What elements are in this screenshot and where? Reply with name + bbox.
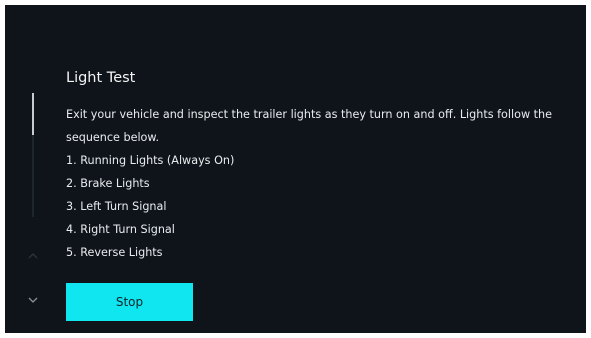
chevron-down-icon[interactable]	[27, 295, 39, 305]
list-item: 3. Left Turn Signal	[66, 200, 167, 213]
list-item: 4. Right Turn Signal	[66, 223, 175, 236]
stop-button-label: Stop	[115, 295, 144, 309]
scrollbar-thumb[interactable]	[32, 93, 34, 135]
dialog-content: Light Test Exit your vehicle and inspect…	[66, 68, 576, 264]
chevron-up-icon[interactable]	[27, 251, 39, 261]
list-item: 2. Brake Lights	[66, 177, 150, 190]
list-item: 1. Running Lights (Always On)	[66, 154, 235, 167]
light-test-screen: Light Test Exit your vehicle and inspect…	[5, 5, 586, 333]
list-item: 5. Reverse Lights	[66, 246, 163, 259]
dialog-title: Light Test	[66, 70, 136, 86]
light-sequence-list: 1. Running Lights (Always On) 2. Brake L…	[66, 149, 576, 264]
stop-button[interactable]: Stop	[66, 283, 193, 321]
dialog-description: Exit your vehicle and inspect the traile…	[66, 108, 553, 144]
